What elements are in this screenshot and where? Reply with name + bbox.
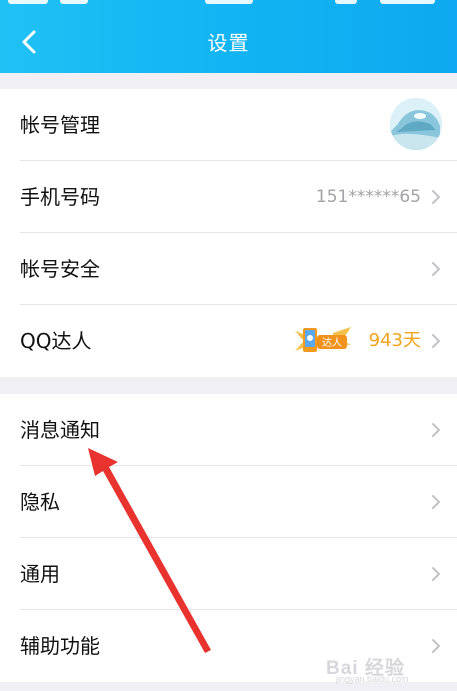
chevron-right-icon (432, 495, 440, 509)
chevron-right-icon (432, 423, 440, 437)
daren-days-value: 943天 (368, 330, 421, 351)
settings-group-general: 消息通知 隐私 通用 辅助功能 (0, 394, 457, 682)
row-message-notification[interactable]: 消息通知 (0, 394, 457, 466)
row-qq-daren[interactable]: QQ达人 达人 943天 (0, 305, 457, 377)
daren-badge-icon: 达人 (295, 327, 351, 352)
row-label: 辅助功能 (20, 634, 100, 658)
phone-number-value: 151******65 (315, 187, 421, 207)
baidu-jingyan-watermark: Bai 经验 jingyan.baidu.com (326, 653, 441, 684)
row-label: 隐私 (20, 490, 60, 514)
daren-badge-text: 达人 (322, 337, 342, 349)
row-phone-number[interactable]: 手机号码 151******65 (0, 161, 457, 233)
title-bar: 设置 (0, 0, 457, 73)
row-privacy[interactable]: 隐私 (0, 466, 457, 538)
settings-group-account: 帐号管理 手机号码 151******65 帐号安全 QQ达人 达人 943天 (0, 89, 457, 377)
row-account-management[interactable]: 帐号管理 (0, 89, 457, 161)
chevron-right-icon (432, 639, 440, 653)
row-label: QQ达人 (20, 329, 92, 353)
row-general[interactable]: 通用 (0, 538, 457, 610)
row-label: 帐号安全 (20, 257, 100, 281)
row-account-security[interactable]: 帐号安全 (0, 233, 457, 305)
row-label: 消息通知 (20, 418, 100, 442)
page-title: 设置 (207, 31, 250, 55)
avatar-image (390, 98, 442, 150)
chevron-right-icon (432, 334, 440, 348)
chevron-right-icon (432, 190, 440, 204)
watermark-subtext: jingyan.baidu.com (336, 674, 409, 684)
row-label: 帐号管理 (20, 113, 100, 137)
chevron-right-icon (432, 262, 440, 276)
row-label: 手机号码 (20, 185, 100, 209)
chevron-right-icon (432, 567, 440, 581)
avatar[interactable] (390, 98, 442, 150)
row-label: 通用 (20, 562, 60, 586)
status-bar-fragment (0, 0, 457, 6)
